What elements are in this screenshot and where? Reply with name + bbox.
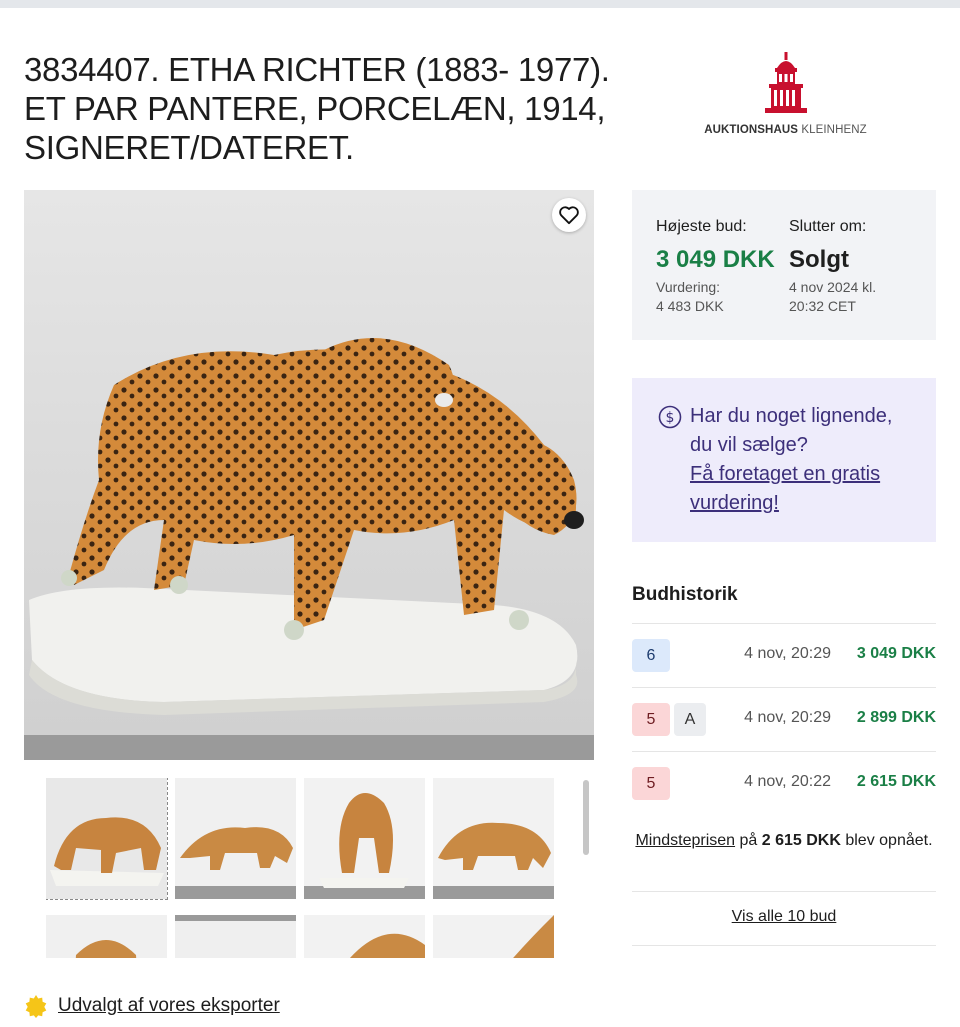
bid-history-list: 6 4 nov, 20:29 3 049 DKK 5 A 4 nov, 20:2… [632, 623, 936, 815]
bid-history-row: 5 A 4 nov, 20:29 2 899 DKK [632, 687, 936, 751]
expert-selected-banner: Udvalgt af vores eksporter [24, 994, 280, 1018]
end-datetime: 4 nov 2024 kl. 20:32 CET [789, 278, 876, 316]
auction-house-logo[interactable]: AUKTIONSHAUS KLEINHENZ [698, 52, 873, 142]
bid-history-title: Budhistorik [632, 584, 738, 605]
bidder-badge: 5 [632, 767, 670, 800]
valuation: Vurdering: 4 483 DKK [656, 278, 775, 316]
thumbnail-image [175, 778, 296, 899]
end-date: 4 nov 2024 kl. [789, 279, 877, 295]
bid-amount: 2 615 DKK [856, 773, 936, 790]
thumbnail-1[interactable] [46, 778, 168, 900]
main-product-image[interactable] [24, 190, 594, 760]
bidder-badge: 5 [632, 703, 670, 736]
logo-wordmark: AUKTIONSHAUS KLEINHENZ [698, 124, 873, 136]
thumbnail-image [433, 915, 554, 958]
thumbnail-5[interactable] [46, 915, 167, 958]
thumbnail-image [175, 915, 296, 958]
highest-bid-value: 3 049 DKK [656, 246, 775, 273]
ends-label: Slutter om: [789, 218, 867, 235]
reserve-met-notice: Mindsteprisen på 2 615 DKK blev opnået. [632, 829, 936, 853]
heart-icon [559, 206, 579, 225]
bid-history-row: 6 4 nov, 20:29 3 049 DKK [632, 623, 936, 687]
reserve-price-link[interactable]: Mindsteprisen [635, 832, 735, 849]
bid-summary-box: Højeste bud: 3 049 DKK Vurdering: 4 483 … [632, 190, 936, 340]
thumbnail-image [304, 915, 425, 958]
thumbnail-7[interactable] [304, 915, 425, 958]
free-valuation-link[interactable]: Få foretaget en gratis vurdering! [690, 463, 880, 514]
bid-time: 4 nov, 20:29 [744, 709, 831, 726]
thumbnail-6[interactable] [175, 915, 296, 958]
end-time: 20:32 CET [789, 298, 856, 314]
divider [632, 891, 936, 892]
thumbnail-image [433, 778, 554, 899]
reserve-text-mid: på [735, 832, 762, 849]
bid-time: 4 nov, 20:29 [744, 645, 831, 662]
highest-bid-column: Højeste bud: 3 049 DKK Vurdering: 4 483 … [656, 218, 775, 316]
svg-text:$: $ [666, 410, 675, 426]
thumbnail-scrollbar[interactable] [583, 780, 589, 855]
rotunda-logo-icon [764, 52, 807, 113]
logo-text-light: KLEINHENZ [801, 124, 867, 136]
bid-amount: 2 899 DKK [856, 709, 936, 726]
bid-amount: 3 049 DKK [856, 645, 936, 662]
sell-line-1: Har du noget lignende, [690, 405, 893, 427]
sell-similar-text: Har du noget lignende, du vil sælge? Få … [690, 402, 892, 518]
ends-status: Solgt [789, 246, 849, 273]
free-valuation-link-line-2: vurdering! [690, 492, 779, 514]
valuation-label: Vurdering: [656, 279, 721, 295]
dollar-circle-icon: $ [658, 405, 682, 429]
thumbnail-image [304, 778, 425, 899]
page-title: 3834407. ETHA RICHTER (1883- 1977). ET P… [24, 51, 610, 166]
sun-badge-icon [25, 995, 47, 1018]
bidder-badge: 6 [632, 639, 670, 672]
thumbnail-2[interactable] [175, 778, 296, 899]
reserve-amount: 2 615 DKK [761, 832, 841, 849]
thumbnail-image [46, 778, 167, 899]
autobid-badge: A [674, 703, 706, 736]
thumbnail-8[interactable] [433, 915, 554, 958]
highest-bid-label: Højeste bud: [656, 218, 747, 235]
thumbnail-4[interactable] [433, 778, 554, 899]
divider [632, 945, 936, 946]
show-all-bids-link[interactable]: Vis alle 10 bud [732, 908, 837, 925]
top-bar [0, 0, 960, 8]
free-valuation-link-line-1: Få foretaget en gratis [690, 463, 881, 485]
all-bids-row: Vis alle 10 bud [632, 908, 936, 926]
sell-line-2: du vil sælge? [690, 434, 808, 456]
porcelain-panthers-image [24, 190, 594, 760]
thumbnail-gallery [46, 778, 556, 958]
logo-text-bold: AUKTIONSHAUS [704, 124, 799, 136]
favorite-heart-button[interactable] [552, 198, 586, 232]
sell-similar-box: $ Har du noget lignende, du vil sælge? F… [632, 378, 936, 542]
expert-selected-link[interactable]: Udvalgt af vores eksporter [58, 995, 280, 1017]
reserve-text-tail: blev opnået. [840, 832, 933, 849]
bid-history-row: 5 4 nov, 20:22 2 615 DKK [632, 751, 936, 815]
ends-column: Slutter om: Solgt 4 nov 2024 kl. 20:32 C… [789, 218, 876, 316]
thumbnail-3[interactable] [304, 778, 425, 899]
thumbnail-image [46, 915, 167, 958]
valuation-value: 4 483 DKK [656, 298, 724, 314]
bid-time: 4 nov, 20:22 [744, 773, 831, 790]
